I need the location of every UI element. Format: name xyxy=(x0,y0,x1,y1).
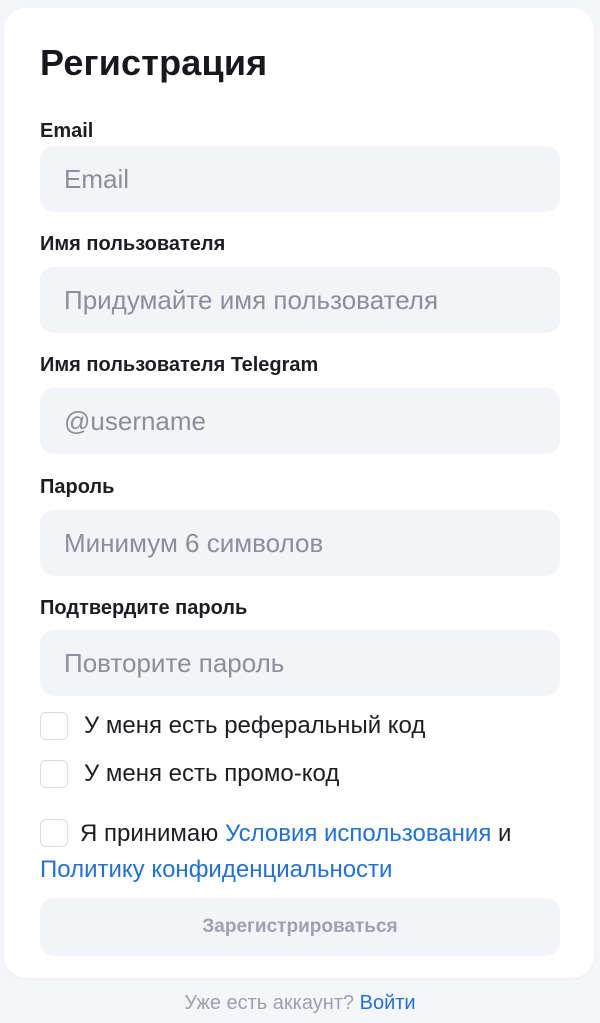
username-label: Имя пользователя xyxy=(40,233,226,255)
password-label: Пароль xyxy=(40,476,115,498)
login-prompt-text: Уже есть аккаунт? xyxy=(184,992,355,1014)
username-field[interactable] xyxy=(40,267,560,333)
referral-code-option[interactable]: У меня есть реферальный код xyxy=(40,712,425,740)
promo-code-label: У меня есть промо-код xyxy=(84,760,340,787)
confirm-password-field[interactable] xyxy=(40,630,560,696)
registration-card: Регистрация Email Имя пользователя Имя п… xyxy=(4,8,594,978)
confirm-password-label: Подтвердите пароль xyxy=(40,597,248,619)
password-field[interactable] xyxy=(40,510,560,576)
login-link[interactable]: Войти xyxy=(360,992,416,1014)
terms-agreement: Я принимаю Условия использования и Полит… xyxy=(40,816,560,888)
terms-conjunction: и xyxy=(498,820,512,847)
terms-of-use-link[interactable]: Условия использования xyxy=(225,820,491,847)
email-label: Email xyxy=(40,120,94,142)
page-title: Регистрация xyxy=(40,42,268,83)
promo-code-checkbox[interactable] xyxy=(40,760,68,788)
referral-code-label: У меня есть реферальный код xyxy=(84,712,426,739)
referral-code-checkbox[interactable] xyxy=(40,712,68,740)
login-prompt: Уже есть аккаунт? Войти xyxy=(0,992,600,1015)
register-button[interactable]: Зарегистрироваться xyxy=(40,898,560,956)
terms-prefix: Я принимаю xyxy=(80,820,219,847)
privacy-policy-link[interactable]: Политику конфиденциальности xyxy=(40,856,392,883)
email-field[interactable] xyxy=(40,146,560,212)
terms-checkbox[interactable] xyxy=(40,819,68,847)
telegram-username-field[interactable] xyxy=(40,388,560,454)
promo-code-option[interactable]: У меня есть промо-код xyxy=(40,760,339,788)
telegram-username-label: Имя пользователя Telegram xyxy=(40,354,319,376)
